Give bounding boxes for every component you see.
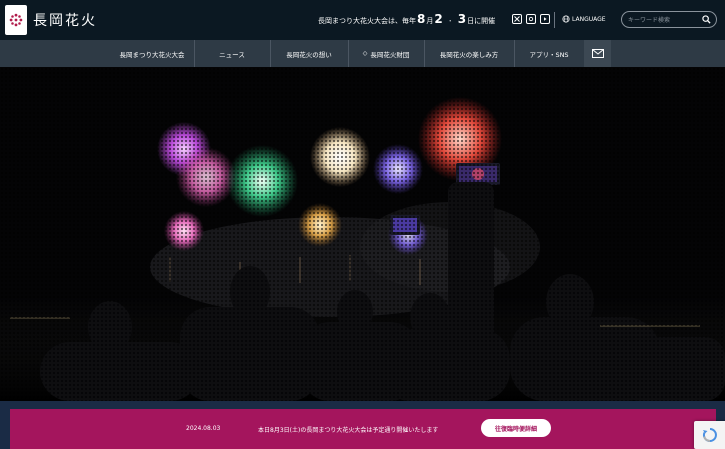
external-link-icon: ◇ [362, 50, 368, 57]
announce-prefix: 長岡まつり大花火大会は、毎年 [318, 17, 416, 25]
x-glyph-icon [514, 16, 520, 22]
site-header: 長岡花火 長岡まつり大花火大会は、毎年 8 月 2 ・ 3 日に開催 LANGU… [0, 0, 725, 40]
site-logo[interactable] [5, 5, 27, 35]
x-icon[interactable] [512, 14, 522, 24]
nav-item-thoughts[interactable]: 長岡花火の想い [270, 40, 348, 67]
temporary-bus-details-button[interactable]: 往復臨時便詳細 [481, 419, 551, 437]
halftone-overlay [0, 67, 725, 401]
mail-icon [591, 49, 604, 58]
contact-mail-button[interactable] [584, 40, 611, 67]
announce-suffix: 日に開催 [467, 17, 496, 25]
header-divider [554, 12, 555, 28]
search-input[interactable] [628, 15, 702, 25]
news-date: 2024.08.03 [186, 425, 221, 432]
globe-icon [562, 15, 570, 23]
nav-item-foundation-label: 長岡花火財団 [370, 50, 410, 59]
announce-day-1: 2 [434, 12, 443, 26]
news-ticker[interactable]: 2024.08.03 本日8月3日(土)の長岡まつり大花火大会は予定通り開催いた… [10, 409, 716, 449]
search-icon[interactable] [702, 15, 711, 24]
hero-fireworks-image [0, 67, 725, 401]
language-label: LANGUAGE [572, 15, 606, 23]
nav-item-app-sns[interactable]: アプリ・SNS [514, 40, 584, 67]
announce-month: 8 [417, 12, 426, 26]
youtube-glyph-icon [544, 17, 547, 21]
nav-item-how-to-enjoy[interactable]: 長岡花火の楽しみ方 [424, 40, 514, 67]
language-switcher[interactable]: LANGUAGE [562, 15, 606, 23]
instagram-icon[interactable] [526, 14, 536, 24]
recaptcha-badge[interactable] [694, 421, 725, 449]
nav-item-festival[interactable]: 長岡まつり大花火大会 [110, 40, 194, 67]
announce-day-2: 3 [457, 12, 467, 26]
festival-date-announcement: 長岡まつり大花火大会は、毎年 8 月 2 ・ 3 日に開催 [318, 12, 495, 26]
youtube-icon[interactable] [540, 14, 550, 24]
firework-flower-icon [9, 13, 23, 27]
recaptcha-icon [702, 428, 717, 442]
announce-separator: ・ [446, 17, 454, 25]
announce-month-unit: 月 [426, 17, 434, 25]
nav-item-news[interactable]: ニュース [194, 40, 270, 67]
instagram-glyph-icon [528, 16, 534, 22]
news-headline[interactable]: 本日8月3日(土)の長岡まつり大花火大会は予定通り開催いたします [258, 425, 438, 434]
nav-item-foundation[interactable]: ◇ 長岡花火財団 [348, 40, 424, 67]
brand-title[interactable]: 長岡花火 [33, 10, 97, 30]
search-box[interactable] [621, 11, 717, 28]
main-navigation: 長岡まつり大花火大会 ニュース 長岡花火の想い ◇ 長岡花火財団 長岡花火の楽し… [0, 40, 725, 67]
